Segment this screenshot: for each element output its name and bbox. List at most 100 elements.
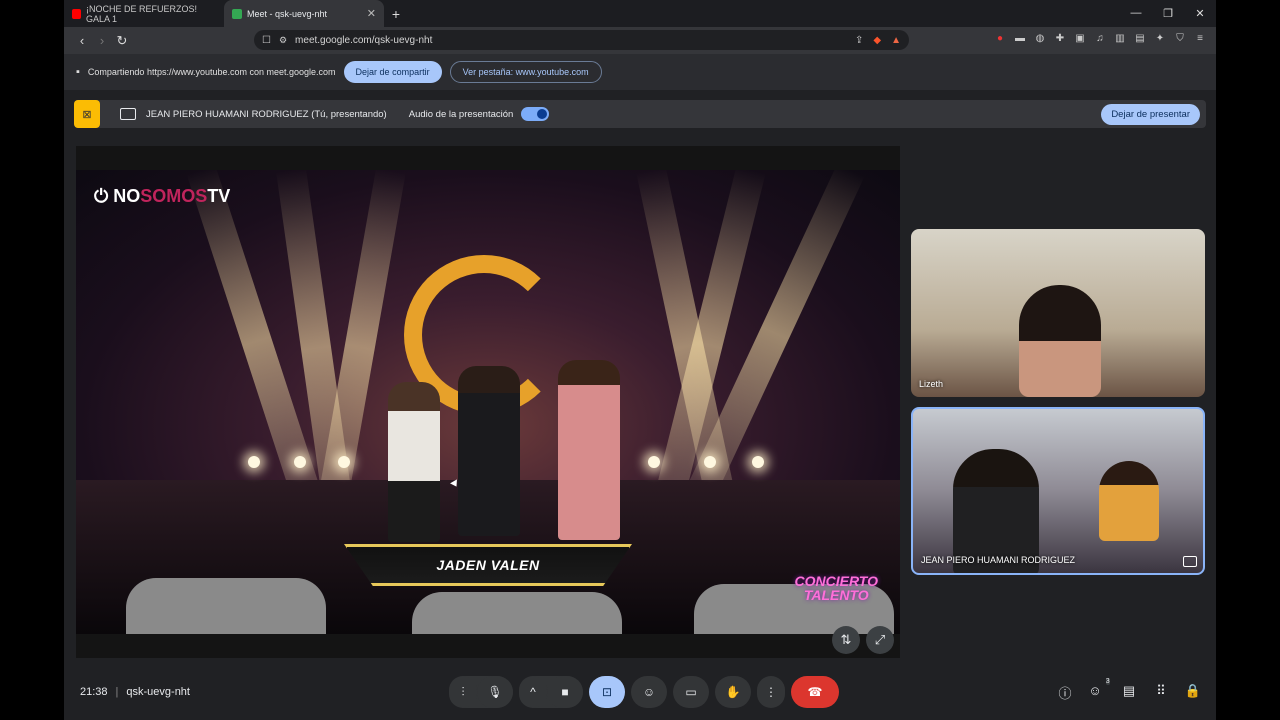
window-controls: — ❐ ✕ (1120, 7, 1216, 20)
watermark-line-2: TALENTO (803, 587, 869, 603)
stage-light (752, 456, 764, 468)
more-options-icon[interactable]: ⋮ (757, 676, 785, 708)
shared-video: ⏻ NOSOMOSTV JADEN VALEN CONCIERTO TALENT… (76, 170, 900, 634)
back-icon[interactable]: ‹ (72, 33, 92, 48)
menu-icon[interactable]: ≡ (1194, 33, 1206, 45)
activities-icon[interactable]: ⠿ (1152, 683, 1170, 702)
minimize-icon[interactable]: — (1120, 7, 1152, 20)
extension-icon[interactable]: ● (994, 33, 1006, 45)
participant-name: Lizeth (919, 379, 944, 389)
present-screen-button[interactable]: ⊡ (589, 676, 625, 708)
meet-icon (232, 8, 242, 19)
tab-label: Meet - qsk-uevg-nht (247, 8, 328, 19)
captions-icon[interactable]: ▭ (673, 676, 709, 708)
forward-icon[interactable]: › (92, 33, 112, 48)
judge-chair (126, 578, 326, 634)
reload-icon[interactable]: ↻ (112, 33, 132, 49)
presentation-stage: ⏻ NOSOMOSTV JADEN VALEN CONCIERTO TALENT… (76, 146, 900, 658)
participant-video (1019, 285, 1101, 397)
stop-sharing-button[interactable]: Dejar de compartir (343, 61, 442, 83)
tab-strip: ¡NOCHE DE REFUERZOS! GALA 1 Meet - qsk-u… (64, 0, 1216, 27)
participant-tile[interactable]: Lizeth (911, 229, 1205, 397)
performer (388, 382, 440, 542)
host (558, 360, 620, 540)
sidebar-icon[interactable]: ▥ (1114, 33, 1126, 45)
audio-options-icon[interactable]: ⫶ (449, 676, 477, 708)
camera-icon[interactable]: ■ (547, 676, 583, 708)
stop-presenting-button[interactable]: Dejar de presentar (1101, 103, 1200, 125)
presenting-badge-icon: ⊠ (74, 100, 100, 128)
close-tab-icon[interactable]: ✕ (367, 7, 376, 20)
browser-window: ¡NOCHE DE REFUERZOS! GALA 1 Meet - qsk-u… (64, 0, 1216, 720)
meet-control-bar: 21:38 | qsk-uevg-nht ⫶ 🎙 ^ ■ ⊡ ☺ ▭ ✋ ⋮ ☎… (64, 672, 1216, 712)
stage-light (704, 456, 716, 468)
self-view-tile[interactable]: JEAN PIERO HUAMANI RODRIGUEZ (911, 407, 1205, 575)
close-window-icon[interactable]: ✕ (1184, 7, 1216, 20)
sharing-status-text: Compartiendo https://www.youtube.com con… (87, 67, 336, 77)
restore-icon[interactable]: ❐ (1152, 7, 1184, 20)
raise-hand-icon[interactable]: ✋ (715, 676, 751, 708)
caption-text: JADEN VALEN (436, 557, 540, 573)
logo-text-no: NO (113, 186, 141, 206)
omnibox[interactable]: ☐ ⚙ meet.google.com/qsk-uevg-nht ⇪ ◆ ▲ (254, 30, 909, 50)
presentation-audio-toggle[interactable] (521, 107, 550, 121)
tab-sharing-bar: ▪ Compartiendo https://www.youtube.com c… (64, 54, 1216, 90)
chevron-up-icon[interactable]: ^ (519, 676, 547, 708)
chat-icon[interactable]: ▤ (1120, 683, 1138, 702)
bookmark-icon[interactable]: ☐ (262, 35, 271, 46)
stage-light (248, 456, 260, 468)
meeting-details: 21:38 | qsk-uevg-nht (80, 686, 190, 698)
audio-group: ⫶ 🎙 (449, 676, 513, 708)
pin-arrange-icon[interactable]: ⇅ (832, 626, 860, 654)
site-info-icon[interactable]: ⚙ (279, 35, 287, 46)
url-text[interactable]: meet.google.com/qsk-uevg-nht (295, 35, 432, 46)
extensions-toolbar: ● ▬ ◍ ✚ ▣ ♫ ▥ ▤ ✦ ⛉ ≡ (994, 33, 1206, 45)
tab-label: ¡NOCHE DE REFUERZOS! GALA 1 (86, 3, 198, 24)
extension-icon[interactable]: ▬ (1014, 33, 1026, 45)
tab-meet[interactable]: Meet - qsk-uevg-nht ✕ (224, 0, 384, 27)
show-watermark: CONCIERTO TALENTO (795, 574, 879, 602)
logo-text-tv: TV (207, 186, 231, 206)
judge-chair (412, 592, 622, 634)
host-controls-icon[interactable]: 🔒 (1184, 683, 1202, 702)
new-tab-button[interactable]: + (384, 6, 408, 22)
performer (458, 366, 520, 536)
address-bar-row: ‹ › ↻ ☐ ⚙ meet.google.com/qsk-uevg-nht ⇪… (64, 27, 1216, 54)
call-controls: ⫶ 🎙 ^ ■ ⊡ ☺ ▭ ✋ ⋮ ☎ (449, 676, 839, 708)
people-count-badge: 3 (1105, 677, 1110, 685)
people-icon[interactable]: ☺3 (1088, 677, 1110, 702)
extension-icon[interactable]: ◍ (1034, 33, 1046, 45)
puzzle-icon[interactable]: ✚ (1054, 33, 1066, 45)
music-icon[interactable]: ♫ (1094, 33, 1106, 45)
picture-in-picture-icon[interactable] (1183, 556, 1197, 567)
nosomostv-logo: ⏻ NOSOMOSTV (94, 186, 230, 207)
stage-light (648, 456, 660, 468)
meeting-time: 21:38 (80, 686, 108, 698)
microphone-icon[interactable]: 🎙 (477, 676, 513, 708)
leave-call-button[interactable]: ☎ (791, 676, 839, 708)
leo-icon[interactable]: ✦ (1154, 33, 1166, 45)
rewards-icon[interactable]: ▲ (891, 35, 901, 46)
presenting-bar: ⊠ JEAN PIERO HUAMANI RODRIGUEZ (Tú, pres… (74, 100, 1206, 128)
tab-youtube[interactable]: ¡NOCHE DE REFUERZOS! GALA 1 (64, 0, 224, 27)
share-icon[interactable]: ⇪ (855, 35, 863, 46)
participant-name: JEAN PIERO HUAMANI RODRIGUEZ (921, 555, 1076, 565)
video-group: ^ ■ (519, 676, 583, 708)
brave-shield-icon[interactable]: ◆ (873, 35, 881, 46)
watermark-line-1: CONCIERTO (794, 573, 879, 589)
presentation-audio-label: Audio de la presentación (408, 108, 514, 120)
extension-icon[interactable]: ▣ (1074, 33, 1086, 45)
wallet-icon[interactable]: ▤ (1134, 33, 1146, 45)
vpn-icon[interactable]: ⛉ (1174, 33, 1186, 45)
divider: | (115, 686, 119, 698)
screen-share-icon: ▪ (76, 66, 80, 78)
info-icon[interactable]: ⓘ (1056, 683, 1074, 702)
fullscreen-icon[interactable]: ⤢ (866, 626, 894, 654)
presenter-name: JEAN PIERO HUAMANI RODRIGUEZ (Tú, presen… (146, 108, 387, 120)
meeting-code[interactable]: qsk-uevg-nht (126, 686, 190, 698)
present-screen-icon (120, 108, 136, 120)
emoji-icon[interactable]: ☺ (631, 676, 667, 708)
view-tab-button[interactable]: Ver pestaña: www.youtube.com (449, 61, 602, 83)
stage-light (338, 456, 350, 468)
performer-caption: JADEN VALEN (344, 544, 632, 586)
